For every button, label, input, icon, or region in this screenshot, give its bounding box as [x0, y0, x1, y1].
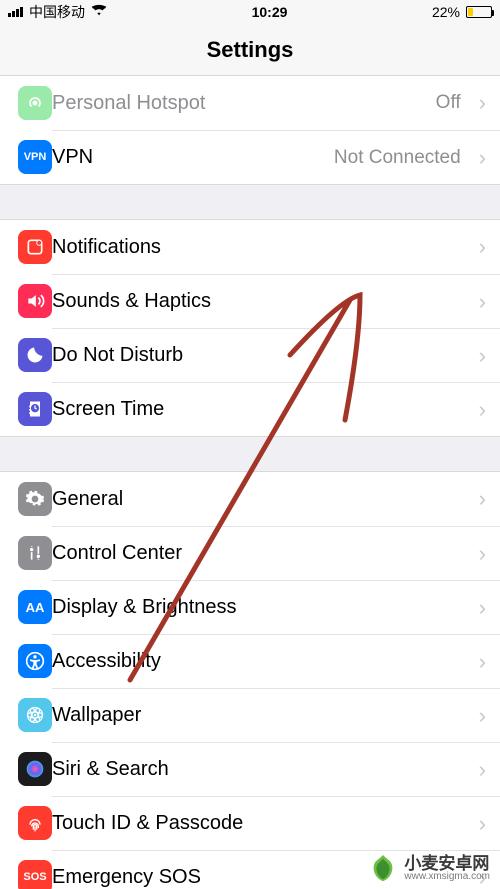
status-bar: 中国移动 10:29 22% — [0, 0, 500, 24]
row-label: VPN — [52, 146, 322, 169]
emergency-sos-icon: SOS — [18, 860, 52, 889]
chevron-right-icon: › — [473, 90, 486, 116]
signal-icon — [8, 7, 23, 17]
row-label: Screen Time — [52, 398, 461, 421]
settings-group-2: General›Control Center›AADisplay & Brigh… — [0, 471, 500, 889]
row-label: Control Center — [52, 542, 461, 565]
row-value: Not Connected — [334, 147, 461, 169]
row-label: Touch ID & Passcode — [52, 812, 461, 835]
row-label: Accessibility — [52, 650, 461, 673]
row-notifications[interactable]: Notifications › — [0, 220, 500, 274]
screen-time-icon — [18, 392, 52, 426]
control-center-icon — [18, 536, 52, 570]
row-do-not-disturb[interactable]: Do Not Disturb › — [0, 328, 500, 382]
row-general[interactable]: General › — [0, 472, 500, 526]
chevron-right-icon: › — [473, 703, 486, 729]
row-label: Notifications — [52, 236, 461, 259]
sounds-haptics-icon — [18, 284, 52, 318]
settings-scroll[interactable]: Personal Hotspot Off › VPNVPN Not Connected ›… — [0, 76, 500, 889]
chevron-right-icon: › — [473, 343, 486, 369]
accessibility-icon — [18, 644, 52, 678]
battery-icon — [466, 6, 492, 18]
settings-group-0: Personal Hotspot Off › VPNVPN Not Connected › — [0, 76, 500, 185]
watermark-text: 小麦安卓网 — [404, 855, 490, 872]
status-right: 22% — [432, 4, 492, 20]
do-not-disturb-icon — [18, 338, 52, 372]
chevron-right-icon: › — [473, 145, 486, 171]
touch-id-passcode-icon — [18, 806, 52, 840]
notifications-icon — [18, 230, 52, 264]
row-label: Siri & Search — [52, 758, 461, 781]
row-label: General — [52, 488, 461, 511]
row-siri-search[interactable]: Siri & Search › — [0, 742, 500, 796]
siri-search-icon — [18, 752, 52, 786]
vpn-icon: VPN — [18, 140, 52, 174]
wifi-icon — [91, 2, 107, 22]
chevron-right-icon: › — [473, 486, 486, 512]
row-label: Wallpaper — [52, 704, 461, 727]
row-wallpaper[interactable]: Wallpaper › — [0, 688, 500, 742]
row-sounds-haptics[interactable]: Sounds & Haptics › — [0, 274, 500, 328]
row-value: Off — [436, 92, 461, 114]
chevron-right-icon: › — [473, 757, 486, 783]
row-label: Personal Hotspot — [52, 92, 424, 115]
watermark: 小麦安卓网 www.xmsigma.com — [368, 853, 490, 883]
row-control-center[interactable]: Control Center › — [0, 526, 500, 580]
chevron-right-icon: › — [473, 234, 486, 260]
display-brightness-icon: AA — [18, 590, 52, 624]
row-personal-hotspot[interactable]: Personal Hotspot Off › — [0, 76, 500, 130]
watermark-icon — [368, 853, 398, 883]
chevron-right-icon: › — [473, 289, 486, 315]
clock: 10:29 — [252, 4, 288, 20]
chevron-right-icon: › — [473, 541, 486, 567]
battery-pct: 22% — [432, 4, 460, 20]
personal-hotspot-icon — [18, 86, 52, 120]
row-label: Display & Brightness — [52, 596, 461, 619]
status-left: 中国移动 — [8, 2, 107, 22]
chevron-right-icon: › — [473, 649, 486, 675]
row-display-brightness[interactable]: AADisplay & Brightness › — [0, 580, 500, 634]
row-vpn[interactable]: VPNVPN Not Connected › — [0, 130, 500, 184]
general-icon — [18, 482, 52, 516]
chevron-right-icon: › — [473, 397, 486, 423]
carrier-label: 中国移动 — [29, 2, 85, 22]
chevron-right-icon: › — [473, 595, 486, 621]
chevron-right-icon: › — [473, 811, 486, 837]
row-accessibility[interactable]: Accessibility › — [0, 634, 500, 688]
row-touch-id-passcode[interactable]: Touch ID & Passcode › — [0, 796, 500, 850]
row-label: Do Not Disturb — [52, 344, 461, 367]
settings-group-1: Notifications›Sounds & Haptics›Do Not Di… — [0, 219, 500, 437]
page-title: Settings — [0, 24, 500, 76]
row-screen-time[interactable]: Screen Time › — [0, 382, 500, 436]
row-label: Sounds & Haptics — [52, 290, 461, 313]
watermark-url: www.xmsigma.com — [404, 872, 490, 882]
wallpaper-icon — [18, 698, 52, 732]
